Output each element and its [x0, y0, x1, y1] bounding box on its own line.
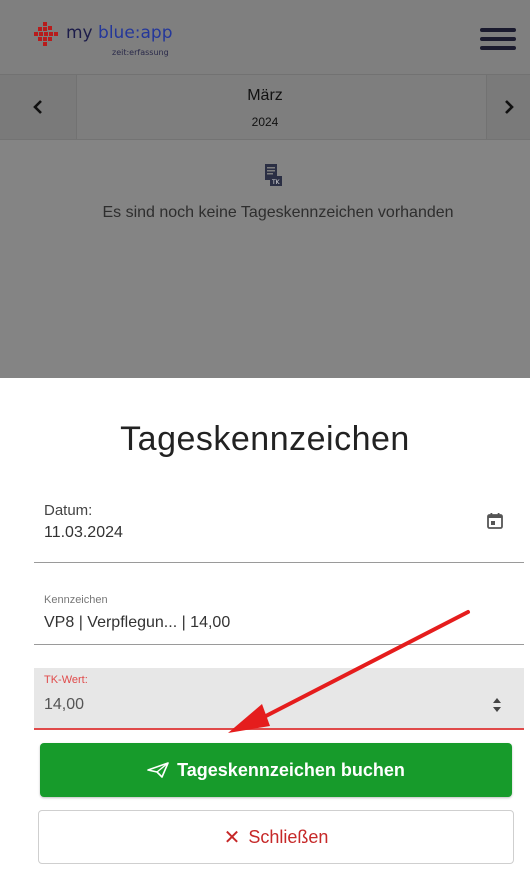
tk-document-icon: TK: [265, 164, 282, 186]
close-icon: ✕: [223, 826, 241, 849]
logo-text-my: my: [66, 23, 99, 43]
date-value[interactable]: 11.03.2024: [44, 524, 123, 542]
date-label: Datum:: [44, 502, 93, 519]
sheet-title: Tageskennzeichen: [120, 420, 410, 458]
spinner-icon[interactable]: [492, 696, 502, 714]
date-field[interactable]: Datum: 11.03.2024: [34, 500, 524, 563]
chevron-left-icon[interactable]: [0, 75, 77, 139]
grid-logo-icon: [34, 22, 58, 46]
logo-text-blueapp: blue:app: [98, 23, 173, 43]
tk-wert-label: TK-Wert:: [44, 674, 88, 686]
app-background: my blue:app zeit:erfassung März 2024 TK …: [0, 0, 530, 378]
paper-plane-icon: [147, 762, 169, 778]
tk-wert-value[interactable]: 14,00: [44, 696, 84, 714]
logo-text: my blue:app: [66, 24, 173, 42]
svg-text:TK: TK: [271, 179, 281, 186]
book-tageskennzeichen-button[interactable]: Tageskennzeichen buchen: [40, 743, 512, 797]
calendar-icon[interactable]: [486, 512, 504, 530]
book-button-label: Tageskennzeichen buchen: [177, 759, 405, 780]
hamburger-menu-icon[interactable]: [480, 28, 516, 52]
close-button-label: Schließen: [248, 826, 329, 847]
kennzeichen-value[interactable]: VP8 | Verpflegun... | 14,00: [44, 614, 230, 632]
close-button[interactable]: ✕ Schließen: [38, 810, 514, 864]
tk-wert-input[interactable]: TK-Wert: 14,00: [34, 668, 524, 730]
month-name: März: [247, 87, 283, 104]
kennzeichen-select[interactable]: Kennzeichen VP8 | Verpflegun... | 14,00: [34, 590, 524, 645]
chevron-right-icon[interactable]: [486, 75, 530, 139]
month-year: 2024: [251, 115, 279, 129]
empty-state-message: Es sind noch keine Tageskennzeichen vorh…: [102, 204, 454, 221]
kennzeichen-label: Kennzeichen: [44, 594, 108, 606]
month-navigation: März 2024: [0, 75, 530, 140]
top-bar: my blue:app zeit:erfassung: [0, 0, 530, 75]
logo-subtitle: zeit:erfassung: [112, 48, 169, 57]
